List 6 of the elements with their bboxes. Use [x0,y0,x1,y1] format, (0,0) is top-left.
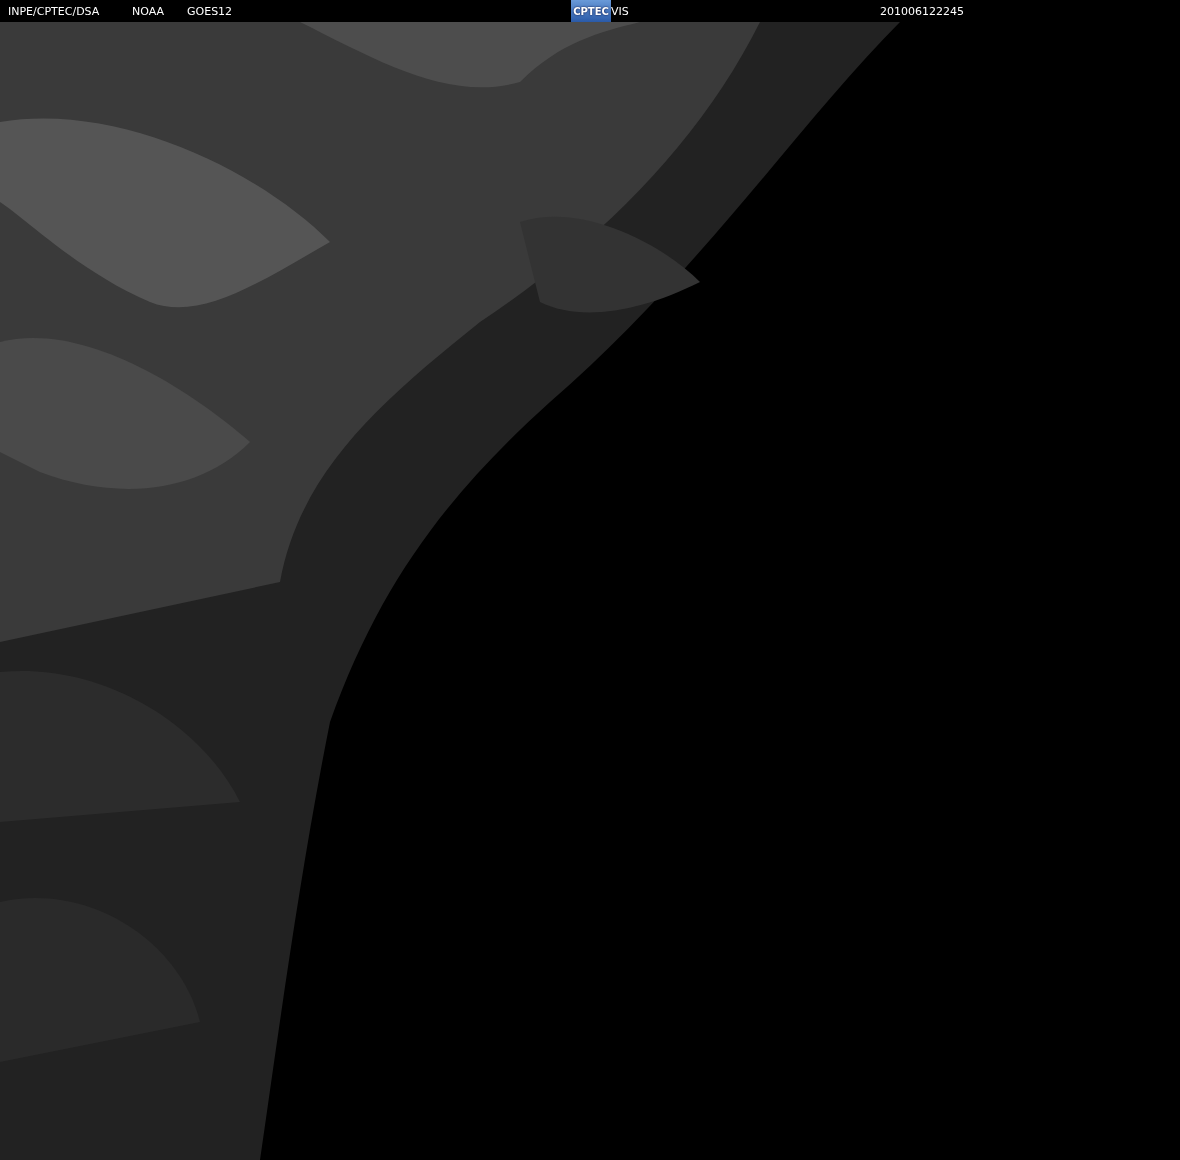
channel-label: VIS [611,4,630,18]
operator-label: NOAA [132,4,166,18]
logo: CPTEC [571,0,611,22]
agency-label: INPE/CPTEC/DSA [8,4,101,18]
timestamp-label: 201006122245 [880,4,965,18]
satellite-label: GOES12 [187,4,234,18]
